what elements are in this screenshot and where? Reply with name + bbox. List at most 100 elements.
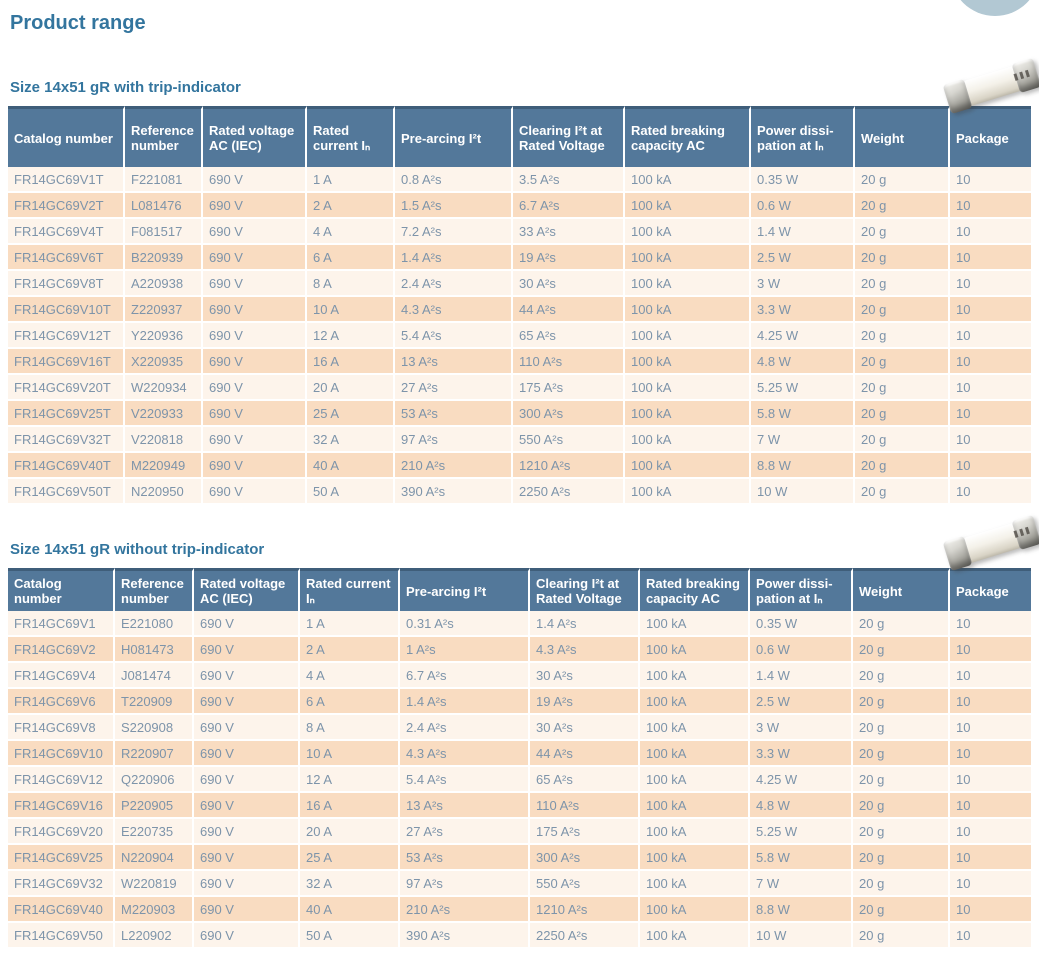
cell: 690 V — [203, 479, 307, 505]
cell: 10 A — [307, 297, 395, 323]
cell: S220908 — [115, 715, 194, 741]
cell: FR14GC69V10 — [8, 741, 115, 767]
cell: 690 V — [203, 271, 307, 297]
cell: 1 A — [300, 611, 400, 637]
cell: FR14GC69V6 — [8, 689, 115, 715]
table-body: FR14GC69V1E221080690 V1 A0.31 A²s1.4 A²s… — [8, 611, 1031, 949]
cell: 2.4 A²s — [400, 715, 530, 741]
cell: 7 W — [750, 871, 853, 897]
cell: 20 g — [853, 715, 950, 741]
cell: Y220936 — [125, 323, 203, 349]
cell: 550 A²s — [513, 427, 625, 453]
cell: 2250 A²s — [513, 479, 625, 505]
cell: 10 — [950, 401, 1031, 427]
cell: 13 A²s — [395, 349, 513, 375]
cell: FR14GC69V16 — [8, 793, 115, 819]
cell: 100 kA — [640, 715, 750, 741]
cell: 390 A²s — [400, 923, 530, 949]
cell: 1.4 A²s — [395, 245, 513, 271]
cell: 10 — [950, 479, 1031, 505]
cell: 100 kA — [640, 897, 750, 923]
cell: 12 A — [307, 323, 395, 349]
cell: 40 A — [307, 453, 395, 479]
cell: 6 A — [307, 245, 395, 271]
cell: 110 A²s — [530, 793, 640, 819]
cell: 10 W — [751, 479, 855, 505]
section-with-trip-indicator: Size 14x51 gR with trip-indicator Catalo… — [0, 35, 1039, 505]
datasheet-page: Product range Size 14x51 gR with trip-in… — [0, 0, 1039, 960]
cell: 10 — [950, 219, 1031, 245]
cell: 20 g — [855, 375, 950, 401]
cell: 3.5 A²s — [513, 167, 625, 193]
cell: 690 V — [203, 323, 307, 349]
cell: 10 — [950, 819, 1031, 845]
cell: 44 A²s — [513, 297, 625, 323]
cell: 1.5 A²s — [395, 193, 513, 219]
cell: 100 kA — [625, 271, 751, 297]
product-row: FR14GC69V32W220819690 V32 A97 A²s550 A²s… — [8, 871, 1031, 897]
cell: 50 A — [300, 923, 400, 949]
cell: M220903 — [115, 897, 194, 923]
cell: 690 V — [194, 663, 300, 689]
cell: 19 A²s — [513, 245, 625, 271]
cell: 690 V — [203, 245, 307, 271]
cell: R220907 — [115, 741, 194, 767]
cell: FR14GC69V40T — [8, 453, 125, 479]
cell: 65 A²s — [513, 323, 625, 349]
cell: Q220906 — [115, 767, 194, 793]
cell: 100 kA — [640, 819, 750, 845]
cell: 20 g — [853, 741, 950, 767]
cell: 10 — [950, 611, 1031, 637]
cell: 25 A — [307, 401, 395, 427]
product-row: FR14GC69V40M220903690 V40 A210 A²s1210 A… — [8, 897, 1031, 923]
cell: 10 — [950, 245, 1031, 271]
cell: 5.8 W — [750, 845, 853, 871]
cell: 33 A²s — [513, 219, 625, 245]
cell: 0.6 W — [751, 193, 855, 219]
cell: 20 g — [853, 689, 950, 715]
cell: 10 — [950, 845, 1031, 871]
column-header: Reference number — [115, 568, 194, 611]
cell: 4.8 W — [750, 793, 853, 819]
cell: 10 — [950, 427, 1031, 453]
cell: 10 — [950, 375, 1031, 401]
cell: 690 V — [194, 689, 300, 715]
column-header: Package — [950, 106, 1031, 167]
cell: FR14GC69V25T — [8, 401, 125, 427]
cell: 13 A²s — [400, 793, 530, 819]
cell: 390 A²s — [395, 479, 513, 505]
column-header: Pre-arcing I²t — [395, 106, 513, 167]
cell: 4.25 W — [751, 323, 855, 349]
cell: 3 W — [751, 271, 855, 297]
cell: 0.31 A²s — [400, 611, 530, 637]
table-header-row: Catalog numberReference numberRated volt… — [8, 568, 1031, 611]
column-header: Clearing I²t at Rated Voltage — [513, 106, 625, 167]
column-header: Rated current Iₙ — [307, 106, 395, 167]
cell: 32 A — [307, 427, 395, 453]
cell: 100 kA — [625, 375, 751, 401]
column-header: Rated breaking capacity AC — [640, 568, 750, 611]
cell: 1 A²s — [400, 637, 530, 663]
cell: 30 A²s — [513, 271, 625, 297]
cell: 20 g — [855, 479, 950, 505]
cell: 5.25 W — [750, 819, 853, 845]
cell: 20 g — [853, 611, 950, 637]
cell: 210 A²s — [400, 897, 530, 923]
cell: FR14GC69V2T — [8, 193, 125, 219]
cell: 20 g — [853, 871, 950, 897]
cell: 7 W — [751, 427, 855, 453]
product-row: FR14GC69V1TF221081690 V1 A0.8 A²s3.5 A²s… — [8, 167, 1031, 193]
cell: 5.4 A²s — [400, 767, 530, 793]
cell: 100 kA — [640, 871, 750, 897]
cell: W220934 — [125, 375, 203, 401]
cell: 10 A — [300, 741, 400, 767]
cell: 20 g — [855, 297, 950, 323]
cell: 100 kA — [625, 323, 751, 349]
cell: FR14GC69V4 — [8, 663, 115, 689]
cell: FR14GC69V20T — [8, 375, 125, 401]
cell: FR14GC69V1 — [8, 611, 115, 637]
product-table-without-trip-indicator: Catalog numberReference numberRated volt… — [8, 568, 1031, 949]
cell: 690 V — [203, 401, 307, 427]
product-row: FR14GC69V6T220909690 V6 A1.4 A²s19 A²s10… — [8, 689, 1031, 715]
cell: 210 A²s — [395, 453, 513, 479]
